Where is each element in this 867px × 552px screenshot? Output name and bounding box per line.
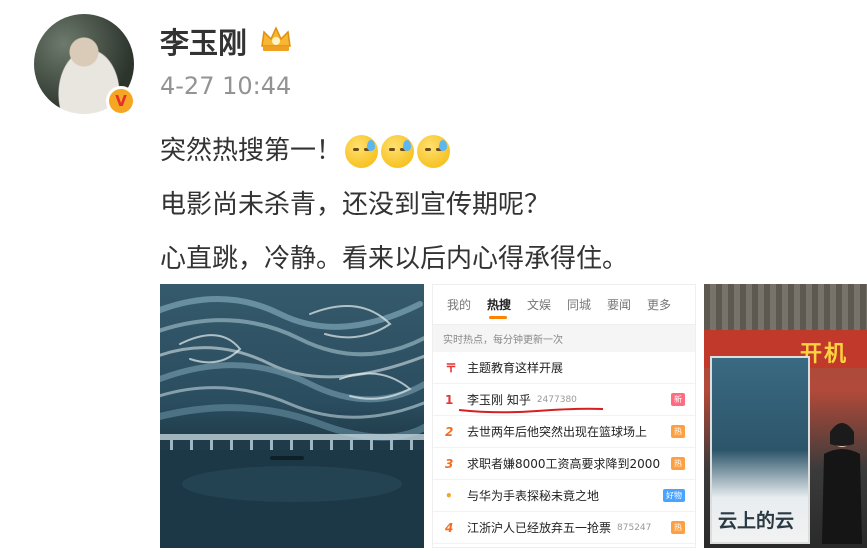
sweat-emoji-icon — [417, 134, 451, 168]
tab-hotsearch: 热搜 — [487, 296, 527, 319]
hotsearch-row: 3 求职者嫌8000工资高要求降到2000 热 — [433, 448, 695, 480]
post-line: 突然热搜第一！ — [160, 124, 628, 178]
sweat-emoji-icon — [381, 134, 415, 168]
post-timestamp[interactable]: 4-27 10:44 — [160, 72, 291, 100]
promo-badge: 好物 — [663, 489, 685, 502]
person-figure — [822, 423, 862, 544]
avatar[interactable]: V — [34, 14, 138, 118]
tab-news: 要闻 — [607, 298, 632, 312]
post-line: 电影尚未杀青，还没到宣传期呢？ — [160, 190, 551, 220]
hot-badge: 热 — [671, 521, 685, 534]
username[interactable]: 李玉刚 — [160, 20, 247, 62]
post-image-1[interactable] — [160, 284, 424, 548]
crown-icon — [261, 26, 291, 51]
post-image-2-hotsearch[interactable]: 我的 热搜 文娱 同城 要闻 更多 实时热点，每分钟更新一次 〒 主题教育这样开… — [432, 284, 696, 548]
cloud-bridge-artwork — [160, 296, 424, 548]
hotsearch-row: 2 去世两年后他突然出现在篮球场上 热 — [433, 416, 695, 448]
tab-more: 更多 — [647, 298, 672, 312]
hot-badge: 热 — [671, 457, 685, 470]
poster-title: 云上的云 — [718, 510, 795, 532]
post-image-3[interactable]: 开机 云上的云 — [704, 284, 867, 548]
roof-tiles — [704, 284, 867, 330]
new-badge: 新 — [671, 393, 685, 406]
verified-icon: V — [106, 86, 136, 116]
hotsearch-row: 〒 主题教育这样开展 — [433, 352, 695, 384]
pinned-icon: 〒 — [445, 361, 458, 375]
sweat-emoji-icon — [345, 134, 379, 168]
tab-mine: 我的 — [447, 298, 472, 312]
red-underline-annotation — [458, 407, 604, 414]
hot-badge: 热 — [671, 425, 685, 438]
hotsearch-row: 4 江浙沪人已经放弃五一抢票 875247 热 — [433, 512, 695, 544]
hotsearch-tabs: 我的 热搜 文娱 同城 要闻 更多 — [433, 285, 695, 325]
tab-local: 同城 — [567, 298, 592, 312]
tab-entertainment: 文娱 — [527, 298, 552, 312]
post-text: 突然热搜第一！ 电影尚未杀青，还没到宣传期呢？ 心直跳，冷静。看来以后内心得承得… — [160, 124, 628, 286]
post-line: 心直跳，冷静。看来以后内心得承得住。 — [160, 244, 629, 274]
hotsearch-subtitle: 实时热点，每分钟更新一次 — [433, 325, 695, 352]
hotsearch-row: • 与华为手表探秘未竟之地 好物 — [433, 480, 695, 512]
